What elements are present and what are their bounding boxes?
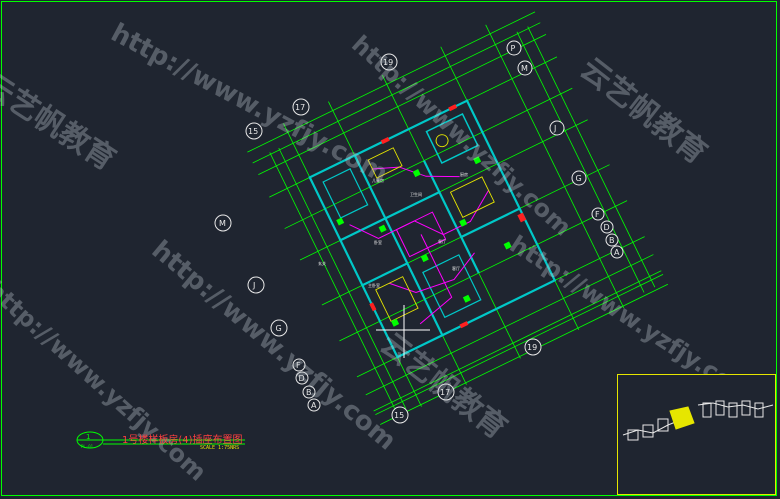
svg-text:M: M xyxy=(521,64,528,73)
bubble-G-top: G xyxy=(571,170,587,186)
viewport-highlight xyxy=(669,406,695,430)
svg-text:J: J xyxy=(553,124,556,133)
svg-text:J: J xyxy=(252,281,255,290)
svg-text:F: F xyxy=(595,210,600,219)
overview-viewport[interactable] xyxy=(617,374,776,495)
svg-text:A: A xyxy=(614,248,620,257)
svg-text:19: 19 xyxy=(527,343,537,352)
svg-text:G: G xyxy=(576,174,582,183)
bubble-M-left: M xyxy=(214,214,232,232)
svg-text:M: M xyxy=(219,219,226,228)
bubble-A-top: A xyxy=(610,245,624,259)
drawing-title: 1号楼样板房(4)插座布置图 xyxy=(122,435,243,446)
bubble-B-top: B xyxy=(605,233,619,247)
overview-plan xyxy=(622,400,774,441)
sheet-id: PL-01 xyxy=(81,444,94,449)
room-label: 餐厅 xyxy=(438,238,446,244)
room-label: 客厅 xyxy=(452,265,460,271)
svg-text:15: 15 xyxy=(394,411,404,420)
room-label: 厨房 xyxy=(460,171,468,177)
bubble-15-bottom: 15 xyxy=(391,406,409,424)
svg-text:17: 17 xyxy=(295,103,305,112)
svg-text:15: 15 xyxy=(248,127,258,136)
bubble-M-top: M xyxy=(517,60,533,76)
room-label: 玄关 xyxy=(318,260,326,266)
bubble-J-top: J xyxy=(549,120,565,136)
drawing-scale: SCALE 1:75NRS xyxy=(200,445,240,451)
bubble-19-bottom: 19 xyxy=(524,338,542,356)
sheet-number: 1 xyxy=(86,433,91,441)
bubble-F-top: F xyxy=(591,207,605,221)
room-label: 卧室 xyxy=(374,239,382,245)
bubble-J-left: J xyxy=(247,276,265,294)
svg-text:D: D xyxy=(604,223,610,232)
svg-text:B: B xyxy=(609,236,615,245)
bubble-label: P xyxy=(511,44,516,53)
room-label: 主卧室 xyxy=(368,282,380,288)
bubble-P: P xyxy=(506,40,522,56)
bubble-D-top: D xyxy=(600,220,614,234)
room-label: 卫生间 xyxy=(410,191,422,197)
svg-text:A: A xyxy=(311,401,317,410)
